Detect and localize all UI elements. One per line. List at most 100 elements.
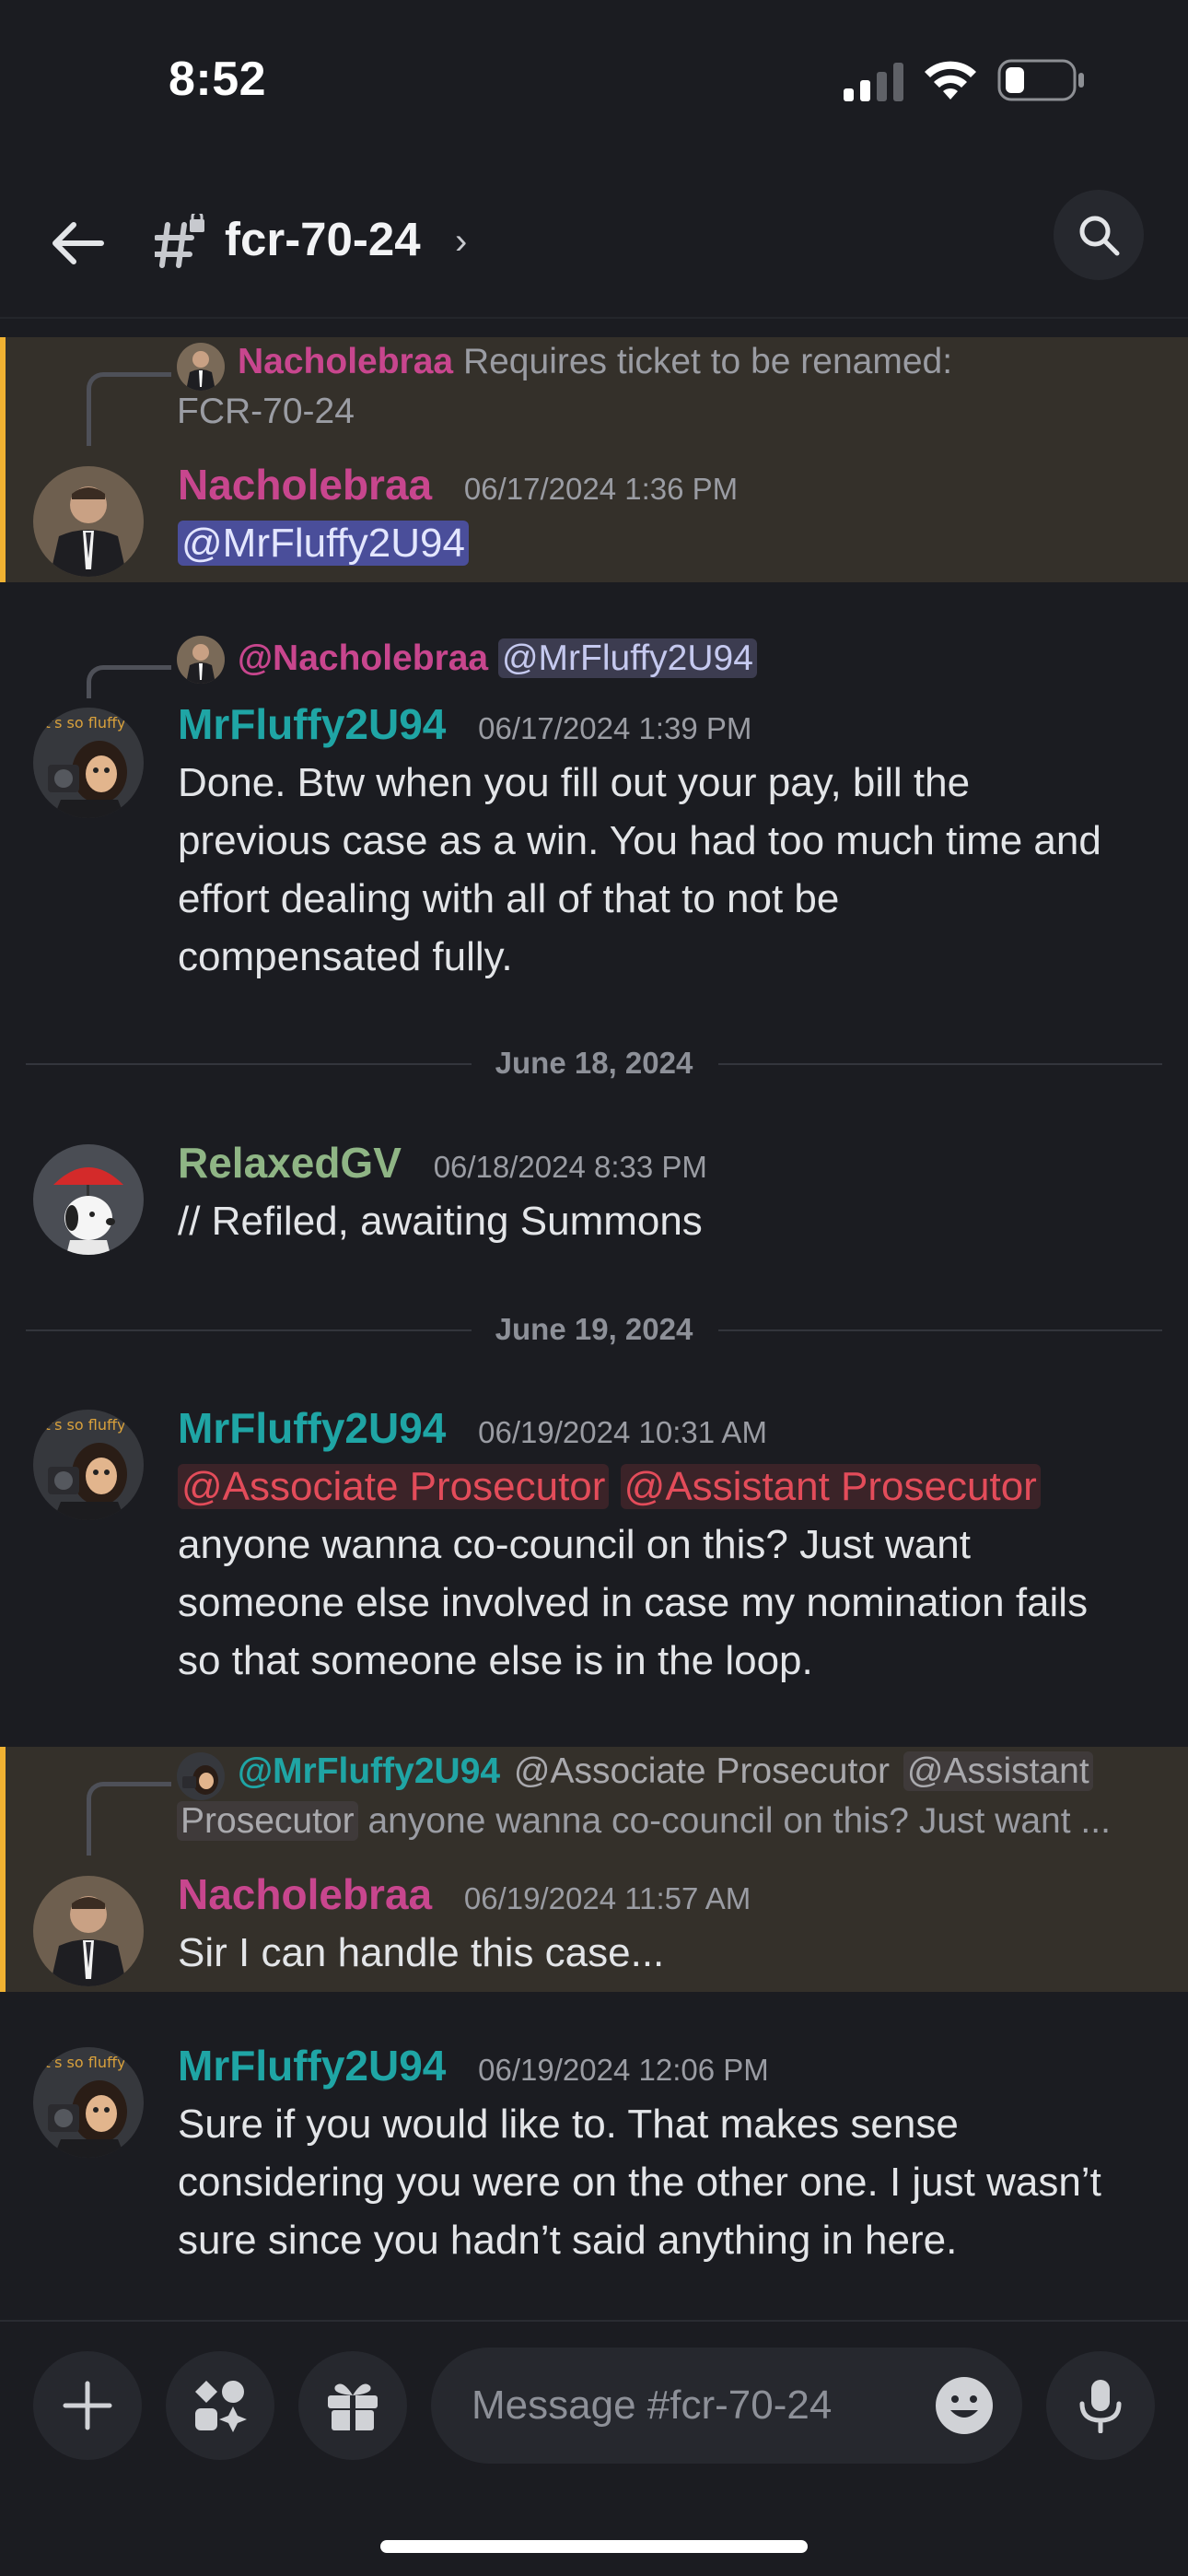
back-arrow-icon — [52, 222, 104, 264]
timestamp: 06/19/2024 12:06 PM — [478, 2053, 769, 2087]
message-content: @MrFluffy2U94 — [178, 514, 1142, 572]
date-divider: June 18, 2024 — [26, 1046, 1162, 1083]
emoji-icon[interactable] — [934, 2375, 995, 2436]
timestamp: 06/19/2024 11:57 AM — [463, 1881, 751, 1915]
message-header: Nacholebraa 06/17/2024 1:36 PM — [178, 459, 738, 515]
message-item[interactable]: it's so fluffy MrFluffy2U94 06/19/2024 1… — [0, 1397, 1188, 1683]
message-line: effort dealing with all of that to not b… — [178, 876, 840, 921]
reply-role-mention[interactable]: @Assistant — [903, 1751, 1093, 1791]
author-name[interactable]: Nacholebraa — [178, 1870, 432, 1918]
voice-button[interactable] — [1046, 2351, 1155, 2460]
message-line: so that someone else is in the loop. — [178, 1638, 813, 1683]
microphone-icon — [1079, 2380, 1122, 2433]
author-name[interactable]: RelaxedGV — [178, 1139, 402, 1187]
reply-preview[interactable]: @MrFluffy2U94 @Associate Prosecutor @Ass… — [177, 1747, 1136, 1797]
timestamp: 06/17/2024 1:36 PM — [463, 472, 739, 506]
message-content: // Refiled, awaiting Summons — [178, 1192, 1142, 1250]
message-header: MrFluffy2U94 06/19/2024 12:06 PM — [178, 2040, 769, 2096]
reply-text: anyone wanna co-council on this? Just wa… — [367, 1801, 1111, 1841]
reply-preview[interactable]: @Nacholebraa @MrFluffy2U94 — [177, 634, 1136, 684]
message-header: RelaxedGV 06/18/2024 8:33 PM — [178, 1137, 707, 1193]
reply-author[interactable]: Nacholebraa — [238, 342, 453, 381]
status-bar: 8:52 — [0, 0, 1188, 166]
message-content: Sir I can handle this case... — [178, 1924, 1142, 1982]
date-divider: June 19, 2024 — [26, 1312, 1162, 1349]
avatar[interactable] — [33, 1144, 144, 1255]
avatar[interactable]: it's so fluffy — [33, 708, 144, 818]
message-item[interactable]: @Nacholebraa @MrFluffy2U94 it's so fluff… — [0, 630, 1188, 979]
message-line: // Refiled, awaiting Summons — [178, 1199, 703, 1244]
message-list[interactable]: Nacholebraa Requires ticket to be rename… — [0, 321, 1188, 2320]
message-header: Nacholebraa 06/19/2024 11:57 AM — [178, 1868, 751, 1925]
svg-text:it's so fluffy: it's so fluffy — [41, 2054, 125, 2071]
message-line: Sure if you would like to. That makes se… — [178, 2102, 959, 2147]
timestamp: 06/19/2024 10:31 AM — [478, 1415, 767, 1449]
message-line: Sir I can handle this case... — [178, 1930, 665, 1975]
message-input[interactable] — [472, 2375, 895, 2436]
message-item[interactable]: Nacholebraa Requires ticket to be rename… — [0, 337, 1188, 582]
reply-mention[interactable]: @MrFluffy2U94 — [497, 638, 757, 678]
apps-button[interactable] — [166, 2351, 274, 2460]
avatar[interactable]: it's so fluffy — [33, 1410, 144, 1520]
back-button[interactable] — [44, 210, 111, 276]
reply-author[interactable]: @Nacholebraa — [238, 638, 488, 678]
svg-text:it's so fluffy: it's so fluffy — [41, 714, 125, 732]
message-item[interactable]: @MrFluffy2U94 @Associate Prosecutor @Ass… — [0, 1747, 1188, 1992]
avatar[interactable]: it's so fluffy — [33, 2047, 144, 2158]
message-content: Sure if you would like to. That makes se… — [178, 2095, 1142, 2269]
message-line: compensated fully. — [178, 934, 513, 979]
message-item[interactable]: RelaxedGV 06/18/2024 8:33 PM // Refiled,… — [0, 1131, 1188, 1260]
reply-text: Requires ticket to be renamed: — [462, 342, 953, 381]
cellular-signal-icon — [844, 63, 903, 101]
attach-button[interactable] — [33, 2351, 142, 2460]
reply-author[interactable]: @MrFluffy2U94 — [238, 1751, 500, 1791]
author-name[interactable]: MrFluffy2U94 — [178, 2042, 446, 2090]
reply-connector — [87, 665, 171, 698]
wifi-icon — [925, 61, 976, 100]
message-content: @Associate Prosecutor @Assistant Prosecu… — [178, 1458, 1142, 1690]
message-line: anyone wanna co-council on this? Just wa… — [178, 1522, 971, 1567]
reply-text-line2: FCR-70-24 — [177, 392, 355, 431]
reply-preview[interactable]: Nacholebraa Requires ticket to be rename… — [177, 337, 1136, 387]
message-input-container[interactable] — [431, 2348, 1022, 2464]
message-line: sure since you hadn’t said anything in h… — [178, 2218, 958, 2263]
channel-header: fcr-70-24 › — [0, 166, 1188, 319]
role-mention[interactable]: @Associate Prosecutor — [178, 1464, 610, 1509]
search-icon — [1079, 216, 1120, 256]
timestamp: 06/17/2024 1:39 PM — [478, 711, 752, 745]
message-composer — [0, 2320, 1188, 2486]
author-name[interactable]: MrFluffy2U94 — [178, 1404, 446, 1452]
date-divider-label: June 19, 2024 — [495, 1312, 693, 1346]
message-line: someone else involved in case my nominat… — [178, 1580, 1089, 1625]
gift-icon — [328, 2383, 378, 2430]
message-header: MrFluffy2U94 06/17/2024 1:39 PM — [178, 698, 751, 755]
battery-icon — [997, 59, 1084, 101]
home-indicator[interactable] — [380, 2540, 808, 2553]
author-name[interactable]: Nacholebraa — [178, 461, 432, 509]
channel-title[interactable]: fcr-70-24 — [225, 212, 421, 266]
avatar[interactable] — [33, 1876, 144, 1986]
user-mention[interactable]: @MrFluffy2U94 — [178, 521, 469, 566]
message-header: MrFluffy2U94 06/19/2024 10:31 AM — [178, 1402, 767, 1458]
apps-icon — [195, 2381, 247, 2432]
message-line: Done. Btw when you fill out your pay, bi… — [178, 760, 971, 805]
svg-text:it's so fluffy: it's so fluffy — [41, 1416, 125, 1434]
reply-role-mention[interactable]: @Associate Prosecutor — [510, 1751, 893, 1791]
reply-connector — [87, 1782, 171, 1856]
message-item[interactable]: it's so fluffy MrFluffy2U94 06/19/2024 1… — [0, 2034, 1188, 2274]
message-content: Done. Btw when you fill out your pay, bi… — [178, 754, 1142, 986]
search-button[interactable] — [1054, 190, 1144, 280]
locked-hash-icon — [155, 214, 204, 268]
gift-button[interactable] — [298, 2351, 407, 2460]
role-mention[interactable]: @Assistant Prosecutor — [620, 1464, 1041, 1509]
role-mentions-line: @Associate Prosecutor @Assistant Prosecu… — [178, 1458, 1142, 1516]
date-divider-label: June 18, 2024 — [495, 1046, 693, 1080]
reply-role-mention[interactable]: Prosecutor — [177, 1801, 358, 1841]
avatar[interactable] — [33, 466, 144, 577]
status-time: 8:52 — [169, 53, 267, 106]
chevron-right-icon[interactable]: › — [455, 221, 467, 263]
author-name[interactable]: MrFluffy2U94 — [178, 700, 446, 748]
message-line: considering you were on the other one. I… — [178, 2160, 1101, 2205]
message-line: previous case as a win. You had too much… — [178, 818, 1101, 863]
reply-connector — [87, 372, 171, 446]
